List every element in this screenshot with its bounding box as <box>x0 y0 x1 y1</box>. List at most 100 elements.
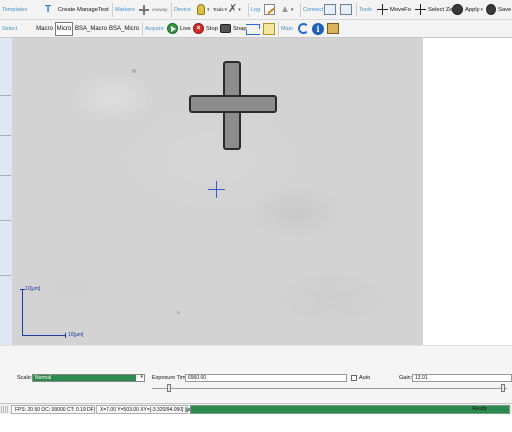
save-button[interactable]: Save <box>486 0 511 19</box>
snap-button[interactable]: Snap <box>220 20 247 37</box>
zero-cross-icon <box>415 4 426 15</box>
group-label-log: Log <box>251 6 261 13</box>
group-label-connect: Connect <box>303 6 324 13</box>
grid-button[interactable] <box>263 20 275 37</box>
exposure-input[interactable]: 6960.00 <box>185 374 347 382</box>
panel-divider <box>0 135 11 136</box>
toolbar-separator <box>356 3 357 17</box>
gain-slider-thumb[interactable] <box>501 384 505 392</box>
bsa-micro-button[interactable]: BSA_Micro <box>108 22 140 36</box>
edit-log-icon <box>264 4 275 15</box>
auto-snap-button[interactable] <box>246 20 260 37</box>
toolbar-secondary: Select Macro Micro BSA_Macro BSA_Micro A… <box>0 20 512 38</box>
image-viewer[interactable]: 10[µm] 10[µm] <box>12 38 423 345</box>
macro-button[interactable]: Macro <box>34 22 55 36</box>
toolbox-icon <box>327 23 339 34</box>
refresh-icon <box>298 23 309 34</box>
auto-checkbox[interactable] <box>351 375 357 381</box>
toolbar-separator <box>278 22 279 36</box>
group-label-select: Select <box>2 25 18 32</box>
status-fps: FPS: 20.50 OC: 00000 CT: 0.19 DF: 0000 <box>11 405 108 414</box>
chevron-down-icon: ▾ <box>480 6 484 13</box>
manage-button[interactable]: Manage <box>77 0 98 19</box>
toolbar-separator <box>248 3 249 17</box>
scale-bar: 10[µm] 10[µm] <box>18 282 83 338</box>
toolbar-separator <box>171 3 172 17</box>
micro-button[interactable]: Micro <box>55 22 73 36</box>
stop-button[interactable]: × Stop <box>193 20 218 37</box>
wrench-button[interactable]: ✗ ▾ <box>228 0 241 19</box>
lightbulb-icon <box>197 4 205 15</box>
eject-icon: ▲ <box>280 3 290 15</box>
auto-label: Auto <box>359 375 371 381</box>
chevron-down-icon: ▾ <box>290 6 294 13</box>
connect-chart-icon <box>340 4 352 15</box>
status-progress-fill <box>191 406 509 413</box>
scale-select-value: Normal <box>33 375 136 381</box>
info-icon: i <box>312 22 324 35</box>
scale-horizontal-label: 10[µm] <box>68 332 84 338</box>
status-coordinates: X=7.00 Y=503.00 XY=[-3.320/94.050] [µm] <box>96 405 195 414</box>
chevron-down-icon: ▾ <box>140 374 143 380</box>
apply-button[interactable]: Apply ▾ <box>452 0 483 19</box>
tools-button[interactable]: Tools ▾ <box>213 0 227 19</box>
marker-cross-icon <box>139 4 149 15</box>
scale-select[interactable]: Normal ▾ <box>32 374 145 382</box>
movefo-button[interactable]: MoveFo <box>377 0 411 19</box>
exposure-slider-thumb[interactable] <box>167 384 171 392</box>
exposure-slider-track[interactable] <box>152 388 507 389</box>
oneway-button[interactable]: oneway <box>139 0 168 19</box>
apply-user-icon <box>452 4 463 15</box>
fiducial-cross-mark <box>189 61 277 150</box>
live-button[interactable]: Live <box>167 20 191 37</box>
scale-tick-right <box>65 333 66 338</box>
test-button[interactable]: Test <box>98 0 109 19</box>
chevron-down-icon: ▾ <box>224 6 228 13</box>
save-user-icon <box>486 4 496 15</box>
connect-button-2[interactable] <box>340 0 352 19</box>
connect-button-1[interactable] <box>324 0 336 19</box>
log-edit-button[interactable] <box>264 0 275 19</box>
grid-icon <box>263 22 275 35</box>
refresh-arrows-icon <box>246 23 260 35</box>
template-create-icon: T <box>45 4 52 15</box>
stop-icon: × <box>193 23 204 34</box>
dust-speck <box>132 69 136 73</box>
group-label-main: Main <box>281 25 293 32</box>
gain-label: Gain: <box>399 375 413 381</box>
scale-bar-horizontal <box>22 335 66 336</box>
scale-label: Scale: <box>17 375 33 381</box>
panel-divider <box>0 275 11 276</box>
create-button[interactable]: T Create <box>45 0 75 19</box>
device-bulb-button[interactable]: ▾ <box>197 0 210 19</box>
connect-image-icon <box>324 4 336 15</box>
gain-input[interactable]: 13.01 <box>412 374 512 382</box>
move-cross-icon <box>377 4 388 15</box>
center-crosshair <box>208 181 225 198</box>
status-ready-label: Ready <box>472 406 487 412</box>
fiducial-cross-center <box>225 97 239 111</box>
group-label-templates: Templates <box>2 6 28 13</box>
group-label-acquire: Acquire <box>145 25 164 32</box>
log-eject-button[interactable]: ▲ ▾ <box>280 0 293 19</box>
group-label-tools: Tools <box>359 6 372 13</box>
info-button[interactable]: i <box>312 20 324 37</box>
tools-config-button[interactable] <box>327 20 339 37</box>
panel-divider <box>0 95 11 96</box>
scale-vertical-label: 10[µm] <box>25 286 41 292</box>
group-label-device: Device <box>174 6 191 13</box>
blank-area <box>0 414 512 432</box>
play-icon <box>167 23 178 34</box>
viewer-margin <box>423 38 512 345</box>
crosshair-horizontal-line <box>208 189 225 190</box>
panel-divider <box>0 220 11 221</box>
bsa-macro-button[interactable]: BSA_Macro <box>74 22 108 36</box>
toolbar-separator <box>142 22 143 36</box>
toolbar-separator <box>112 3 113 17</box>
status-progress-bar: Ready <box>190 405 510 414</box>
chevron-down-icon: ▾ <box>238 6 241 13</box>
dust-speck <box>177 311 180 314</box>
camera-controls: Scale: Normal ▾ Exposure Time: 6960.00 A… <box>0 345 512 404</box>
toolbar-top: Templates T Create Manage Test Markers o… <box>0 0 512 20</box>
refresh-button[interactable] <box>298 20 309 37</box>
